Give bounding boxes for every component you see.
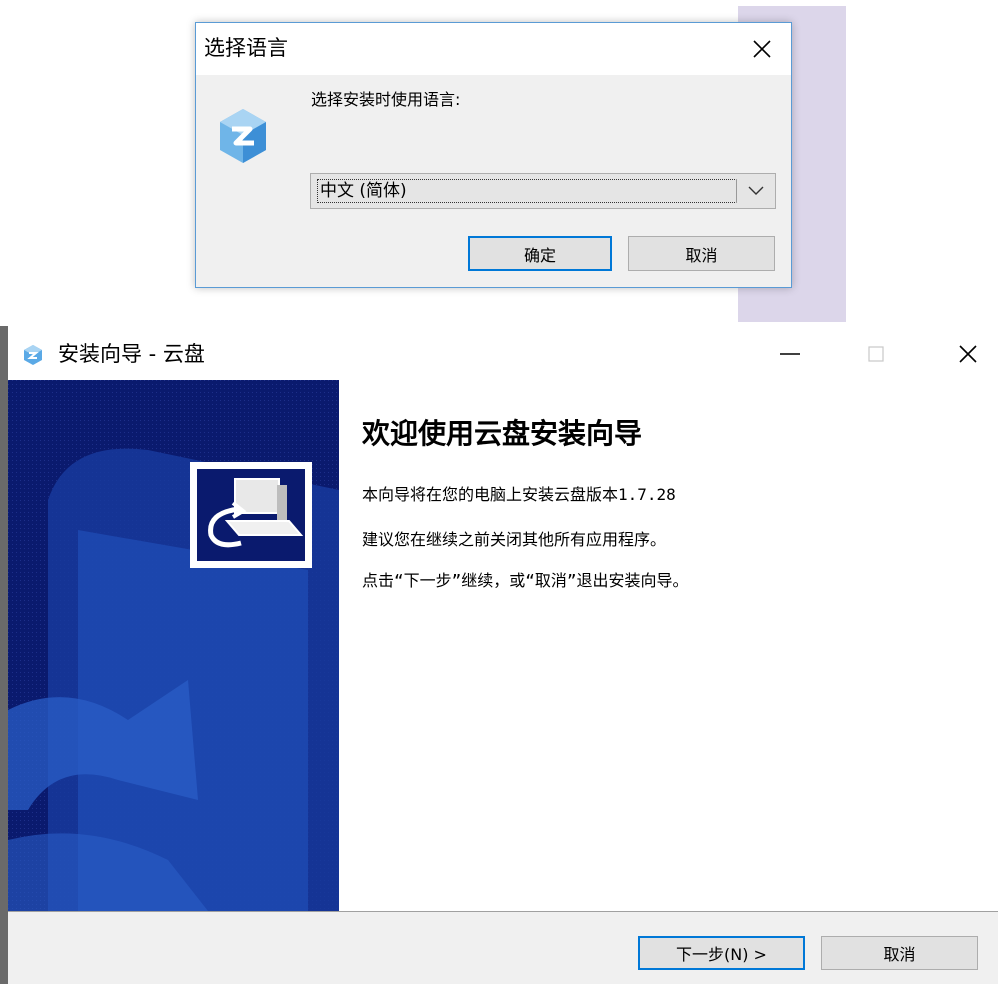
wizard-heading: 欢迎使用云盘安装向导: [362, 417, 643, 450]
language-prompt: 选择安装时使用语言:: [311, 90, 461, 109]
install-computer-icon: [197, 469, 305, 561]
cancel-button[interactable]: 取消: [628, 236, 775, 271]
cloud-disk-app-icon: [216, 105, 270, 167]
banner-artwork: [8, 380, 339, 911]
wizard-title: 安装向导 - 云盘: [58, 342, 205, 366]
wizard-footer: 下一步(N) > 取消: [8, 912, 998, 984]
maximize-icon[interactable]: [856, 334, 896, 374]
chevron-down-icon[interactable]: [737, 174, 775, 208]
window-edge: [0, 326, 8, 984]
install-logo: [190, 462, 312, 568]
language-dialog: 选择语言 选择安装时使用语言: 中文 (简体) 确定 取消: [195, 22, 792, 288]
wizard-titlebar: 安装向导 - 云盘: [8, 326, 998, 380]
wizard-side-banner: [8, 380, 339, 911]
wizard-text-line: 本向导将在您的电脑上安装云盘版本1.7.28: [362, 485, 676, 504]
cloud-disk-app-icon: [22, 344, 44, 366]
setup-wizard-window: 安装向导 - 云盘 欢迎使用云盘安装向导 本向导将在您的电脑上安装云盘版本1.7…: [0, 326, 998, 984]
minimize-icon[interactable]: [770, 334, 810, 374]
cancel-button[interactable]: 取消: [821, 936, 978, 970]
language-select[interactable]: 中文 (简体): [310, 173, 776, 209]
language-dialog-title: 选择语言: [204, 36, 288, 60]
close-icon[interactable]: [733, 23, 791, 75]
language-dialog-titlebar: 选择语言: [196, 23, 791, 75]
wizard-text-line: 建议您在继续之前关闭其他所有应用程序。: [362, 530, 667, 549]
wizard-text-line: 点击“下一步”继续，或“取消”退出安装向导。: [362, 571, 689, 590]
ok-button[interactable]: 确定: [468, 236, 612, 271]
language-select-value: 中文 (简体): [317, 179, 737, 203]
close-icon[interactable]: [946, 334, 990, 374]
next-button[interactable]: 下一步(N) >: [638, 936, 805, 970]
